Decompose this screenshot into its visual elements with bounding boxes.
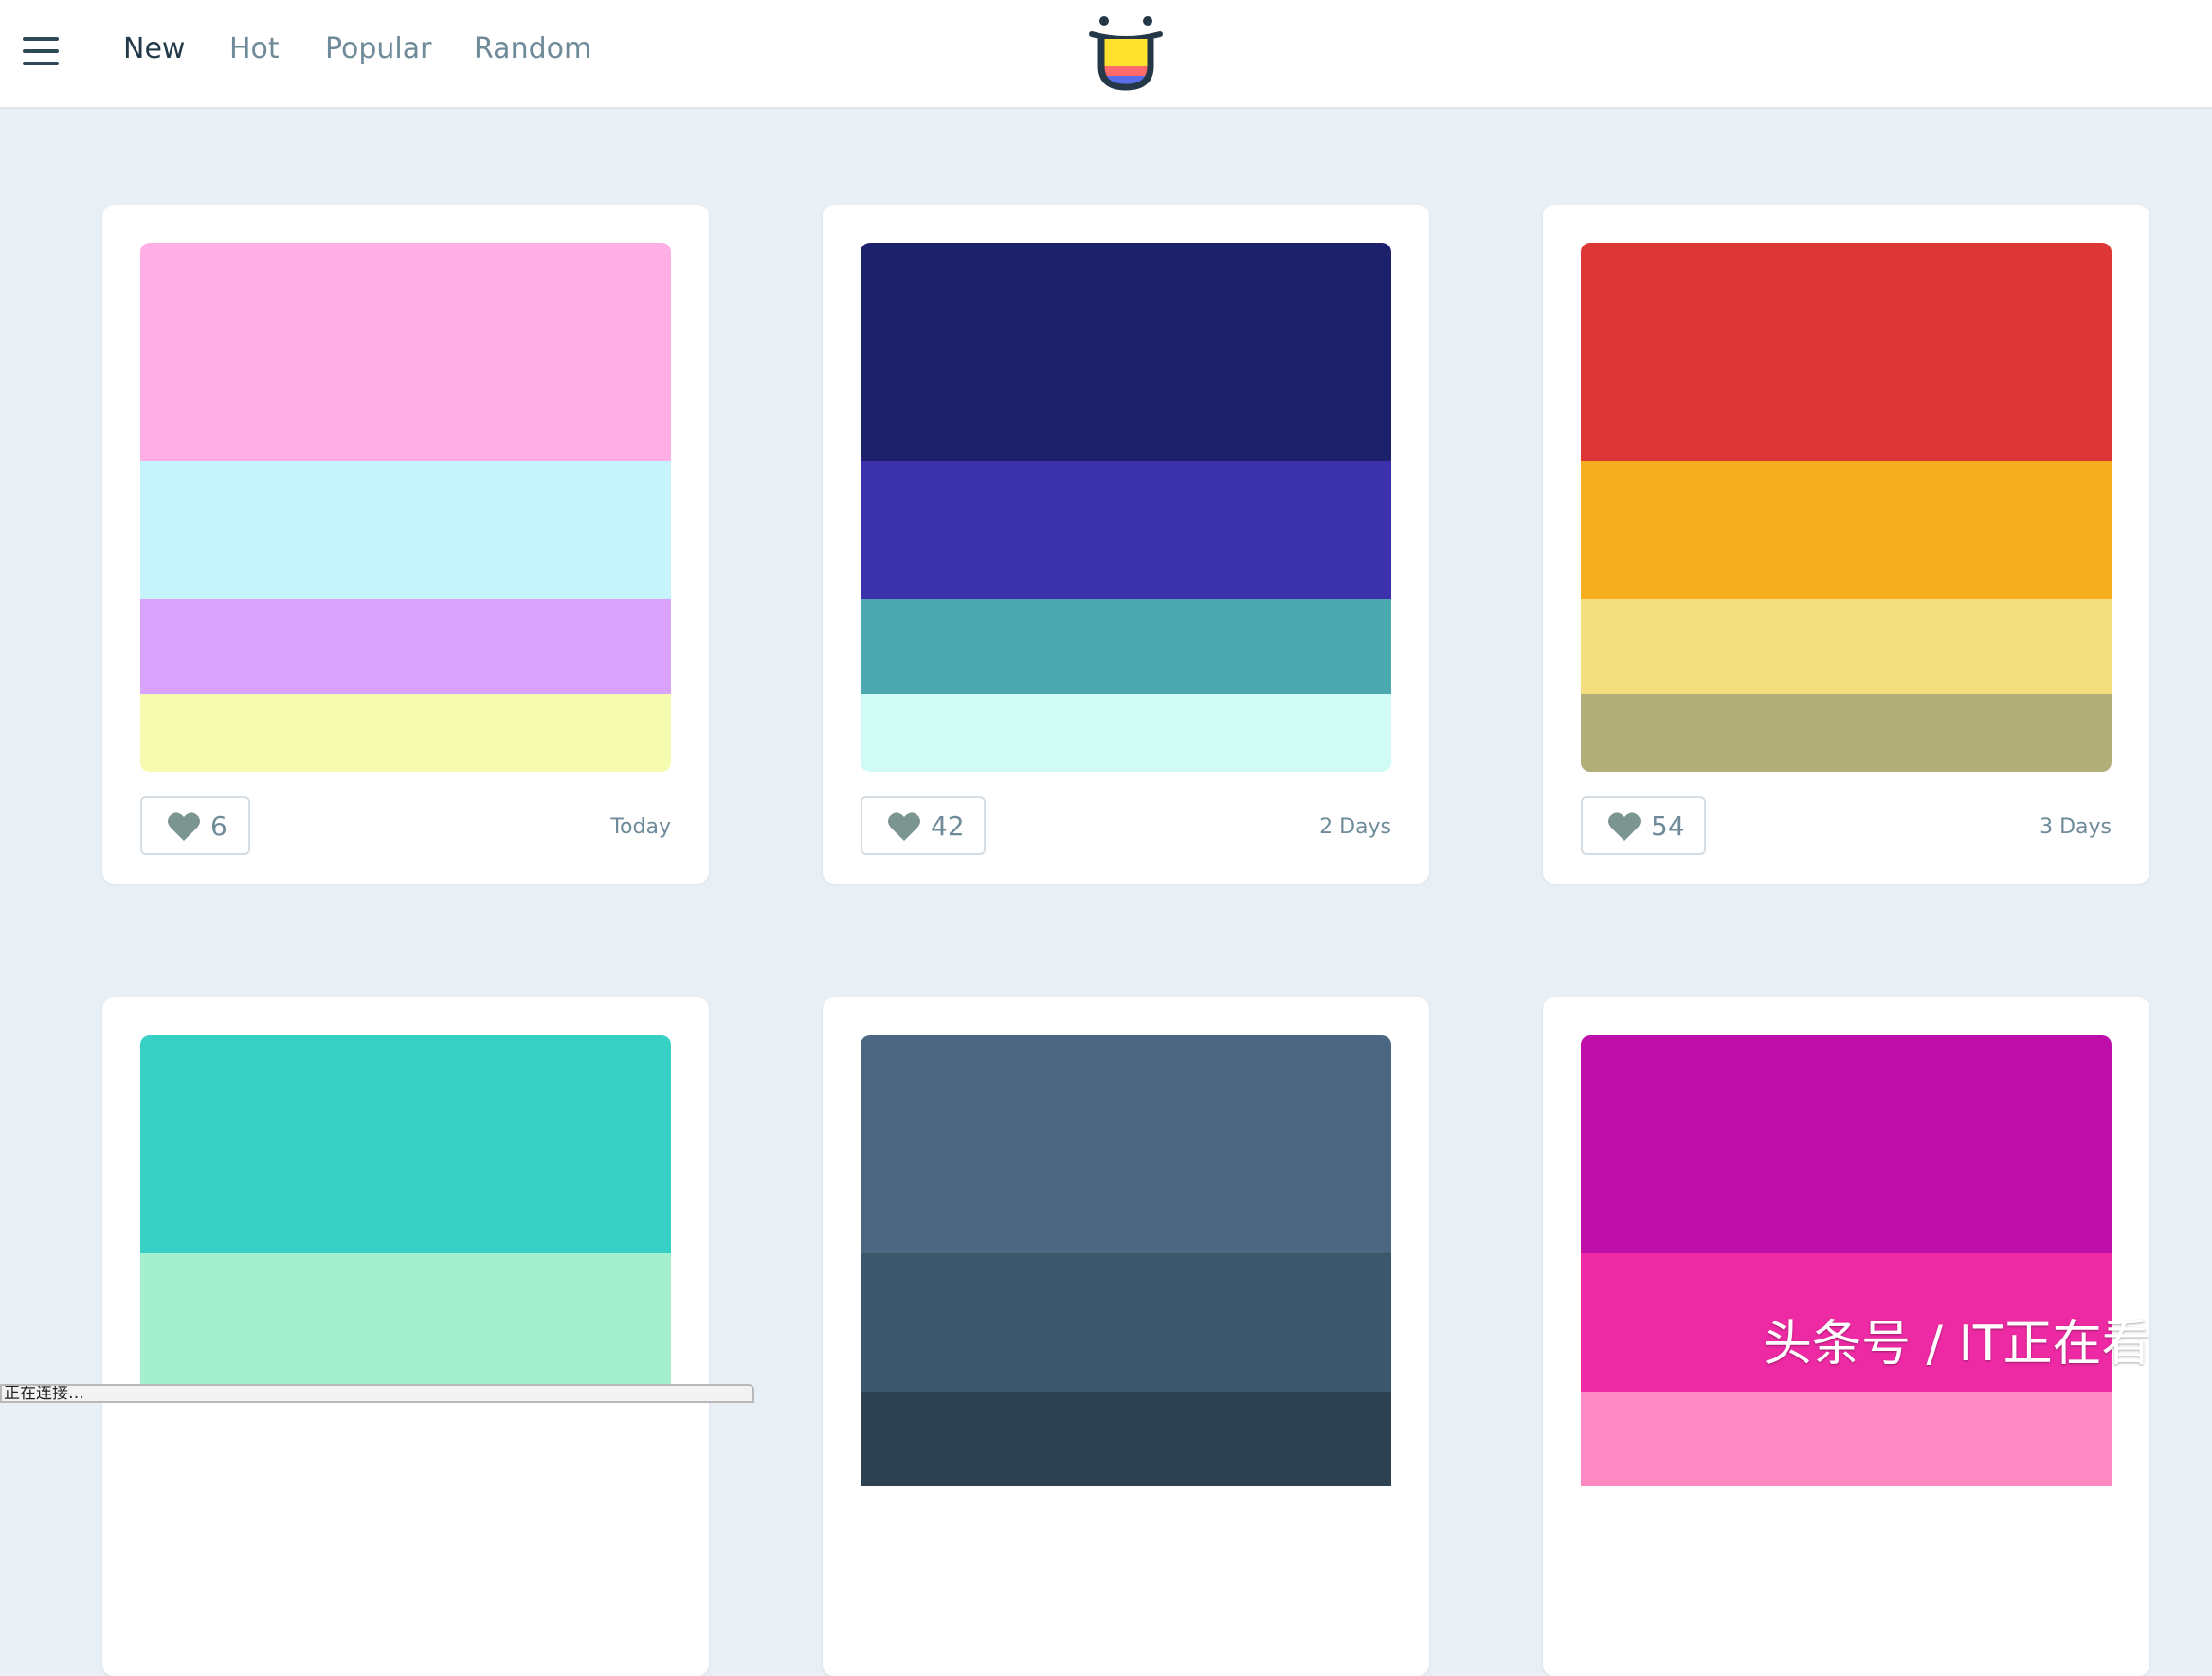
swatch-color-4[interactable] (1581, 694, 2112, 772)
palette-date: 2 Days (1319, 815, 1391, 839)
swatch-color-4[interactable] (140, 1486, 671, 1564)
like-button[interactable]: 54 (1581, 796, 1706, 855)
swatch-color-1[interactable] (861, 243, 1391, 461)
swatch-color-2[interactable] (861, 461, 1391, 599)
swatch-color-4[interactable] (861, 1486, 1391, 1564)
colorhunt-logo-icon[interactable] (1088, 11, 1164, 95)
palette-card: 6 Today (102, 205, 709, 884)
swatch-color-1[interactable] (1581, 243, 2112, 461)
nav-new[interactable]: New (123, 30, 185, 68)
nav-hot[interactable]: Hot (229, 30, 280, 68)
heart-icon (1608, 812, 1641, 841)
swatch-color-4[interactable] (140, 694, 671, 772)
nav-random[interactable]: Random (474, 30, 591, 68)
palette-date: Today (610, 815, 671, 839)
palette-card (102, 997, 709, 1676)
swatch-color-3[interactable] (140, 1392, 671, 1486)
palette-card: 54 3 Days (1543, 205, 2149, 884)
palette-date: 3 Days (2040, 815, 2112, 839)
palette-card (823, 997, 1429, 1676)
swatch-color-2[interactable] (1581, 461, 2112, 599)
palette-swatches[interactable] (140, 1035, 671, 1564)
swatch-color-1[interactable] (140, 1035, 671, 1253)
heart-icon (168, 812, 200, 841)
swatch-color-2[interactable] (140, 1253, 671, 1392)
swatch-color-1[interactable] (861, 1035, 1391, 1253)
like-button[interactable]: 42 (861, 796, 986, 855)
palette-swatches[interactable] (861, 243, 1391, 772)
palette-swatches[interactable] (140, 243, 671, 772)
swatch-color-1[interactable] (140, 243, 671, 461)
swatch-color-3[interactable] (140, 599, 671, 694)
like-button[interactable]: 6 (140, 796, 250, 855)
swatch-color-4[interactable] (1581, 1486, 2112, 1564)
palette-swatches[interactable] (1581, 1035, 2112, 1564)
palette-swatches[interactable] (861, 1035, 1391, 1564)
hamburger-menu-icon[interactable] (23, 37, 59, 67)
swatch-color-4[interactable] (861, 694, 1391, 772)
swatch-color-3[interactable] (861, 1392, 1391, 1486)
swatch-color-3[interactable] (1581, 1392, 2112, 1486)
swatch-color-1[interactable] (1581, 1035, 2112, 1253)
palette-swatches[interactable] (1581, 243, 2112, 772)
browser-status-bar: 正在连接… (0, 1384, 754, 1403)
like-count: 54 (1651, 811, 1685, 842)
status-text: 正在连接… (4, 1384, 84, 1403)
swatch-color-3[interactable] (861, 599, 1391, 694)
like-count: 42 (931, 811, 965, 842)
top-navigation-bar: New Hot Popular Random (0, 0, 2212, 109)
watermark-text: 头条号 / IT正在看 (1763, 1316, 2151, 1373)
swatch-color-2[interactable] (140, 461, 671, 599)
swatch-color-3[interactable] (1581, 599, 2112, 694)
swatch-color-2[interactable] (861, 1253, 1391, 1392)
nav-popular[interactable]: Popular (325, 30, 432, 68)
palette-card: 42 2 Days (823, 205, 1429, 884)
like-count: 6 (210, 811, 227, 842)
heart-icon (888, 812, 920, 841)
